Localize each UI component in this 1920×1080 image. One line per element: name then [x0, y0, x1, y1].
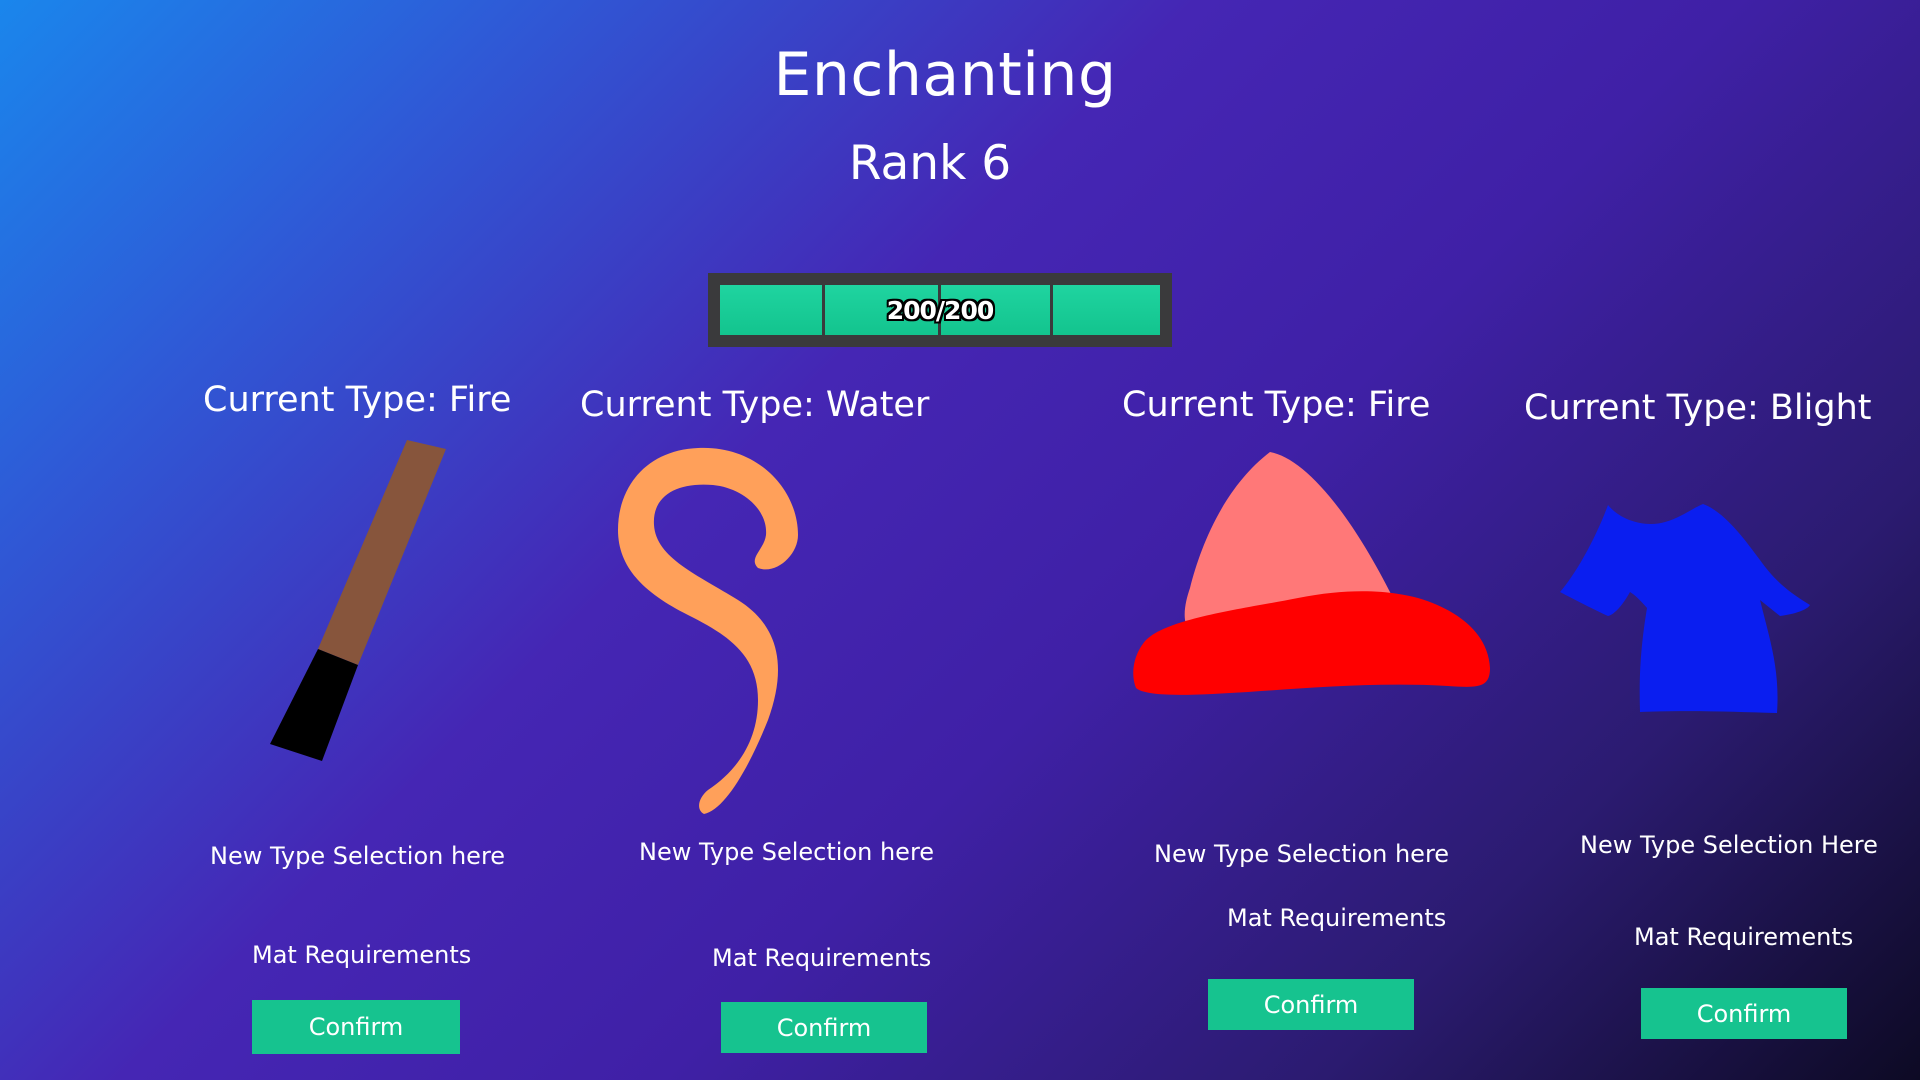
robe-icon — [1560, 504, 1810, 713]
item-4-current-type: Current Type: Blight — [1524, 388, 1872, 428]
xp-bar: 200/200 — [708, 273, 1172, 347]
item-3-mat-requirements: Mat Requirements — [1227, 904, 1447, 932]
item-3-current-type: Current Type: Fire — [1122, 385, 1431, 425]
tail-icon — [618, 447, 798, 814]
item-3-confirm-button[interactable]: Confirm — [1208, 979, 1414, 1030]
item-1-confirm-button[interactable]: Confirm — [252, 1000, 460, 1054]
item-1-current-type: Current Type: Fire — [203, 380, 512, 420]
item-2-mat-requirements: Mat Requirements — [712, 944, 932, 972]
item-1-selection[interactable]: New Type Selection here — [210, 842, 505, 870]
item-2-current-type: Current Type: Water — [580, 385, 930, 425]
item-1-mat-requirements: Mat Requirements — [252, 941, 472, 969]
hat-icon — [1133, 452, 1490, 695]
item-4-confirm-button[interactable]: Confirm — [1641, 988, 1847, 1039]
item-2-selection[interactable]: New Type Selection here — [639, 838, 934, 866]
xp-bar-text: 200/200 — [886, 295, 995, 325]
page-title: Enchanting — [773, 40, 1117, 110]
rank-label: Rank 6 — [848, 136, 1012, 191]
item-4-selection[interactable]: New Type Selection Here — [1580, 831, 1878, 859]
item-2-confirm-button[interactable]: Confirm — [721, 1002, 927, 1053]
item-4-mat-requirements: Mat Requirements — [1634, 923, 1854, 951]
item-3-selection[interactable]: New Type Selection here — [1154, 840, 1449, 868]
wand-icon — [270, 440, 446, 761]
